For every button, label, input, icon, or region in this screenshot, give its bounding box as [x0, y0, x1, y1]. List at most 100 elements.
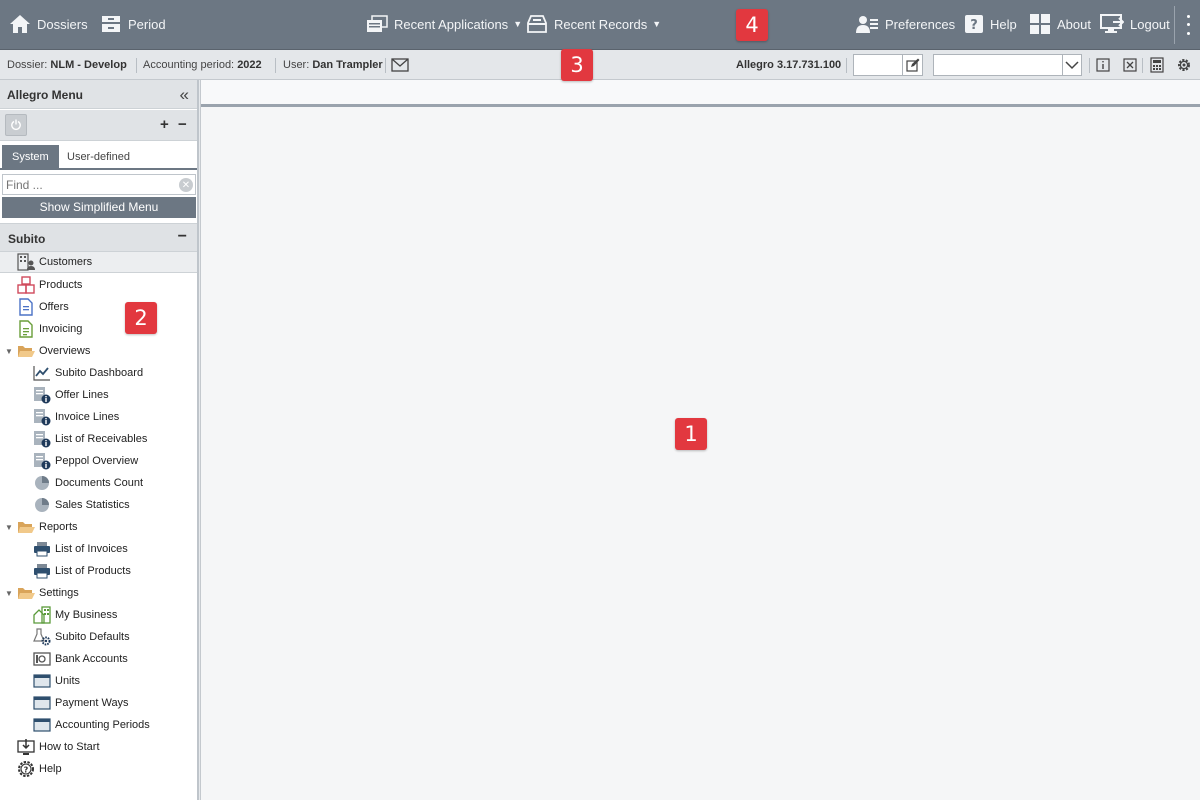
- sidebar-item-offer-lines[interactable]: Offer Lines: [33, 384, 109, 406]
- info-divider: [385, 58, 386, 73]
- printer-icon: [33, 540, 51, 558]
- sidebar-item-help[interactable]: ? Help: [17, 758, 62, 780]
- chevron-down-icon[interactable]: [1062, 54, 1082, 76]
- annotation-badge-1: 1: [675, 418, 707, 450]
- sidebar-item-sales-statistics[interactable]: Sales Statistics: [33, 494, 130, 516]
- svg-text:?: ?: [970, 18, 978, 33]
- tab-system[interactable]: System: [2, 145, 59, 170]
- more-menu-icon[interactable]: [1182, 12, 1194, 38]
- about-button[interactable]: About: [1029, 0, 1091, 48]
- recent-records-icon: [527, 15, 547, 33]
- period-info-label: Accounting period:: [143, 59, 235, 71]
- business-building-icon: [33, 606, 51, 624]
- customers-building-icon: [17, 253, 35, 271]
- sidebar-tools: + −: [0, 110, 197, 141]
- user-label: User:: [283, 59, 310, 71]
- sidebar-item-accounting-periods[interactable]: Accounting Periods: [33, 714, 150, 736]
- power-button[interactable]: [5, 114, 27, 136]
- sidebar-item-bank-accounts[interactable]: Bank Accounts: [33, 648, 128, 670]
- content-tab-strip: [201, 80, 1200, 107]
- annotation-badge-2: 2: [125, 302, 157, 334]
- tree-expanded-triangle-icon[interactable]: ▼: [5, 589, 13, 598]
- about-grid-icon: [1030, 14, 1050, 34]
- recent-records-button[interactable]: Recent Records ▼: [526, 0, 661, 48]
- dashboard-chart-icon: [33, 364, 51, 382]
- list-info-icon: [33, 452, 51, 470]
- info-divider: [1089, 58, 1090, 73]
- sidebar-item-list-of-products[interactable]: List of Products: [33, 560, 131, 582]
- clear-icon[interactable]: ✕: [179, 178, 193, 192]
- list-info-icon: [33, 386, 51, 404]
- tab-user-defined[interactable]: User-defined: [57, 145, 140, 170]
- menu-tabs: System User-defined: [0, 142, 197, 170]
- edit-icon[interactable]: [903, 54, 923, 76]
- settings-gear-icon[interactable]: [1174, 55, 1194, 75]
- toolbar-divider: [1174, 6, 1175, 44]
- logout-monitor-icon: [1100, 14, 1124, 33]
- home-icon: [10, 15, 30, 33]
- expand-all-plus-icon[interactable]: +: [160, 116, 169, 133]
- collapse-minus-icon[interactable]: −: [178, 228, 187, 246]
- sidebar-item-subito-dashboard[interactable]: Subito Dashboard: [33, 362, 143, 384]
- sidebar-item-documents-count[interactable]: Documents Count: [33, 472, 143, 494]
- close-record-icon[interactable]: [1120, 55, 1140, 75]
- products-boxes-icon: [17, 276, 35, 294]
- sidebar-item-invoice-lines[interactable]: Invoice Lines: [33, 406, 119, 428]
- sidebar-item-list-of-receivables[interactable]: List of Receivables: [33, 428, 147, 450]
- window-table-icon: [33, 716, 51, 734]
- annotation-badge-4: 4: [736, 9, 768, 41]
- sidebar-item-subito-defaults[interactable]: Subito Defaults: [33, 626, 130, 648]
- record-info-icon[interactable]: [1093, 55, 1113, 75]
- record-select[interactable]: [933, 54, 1063, 76]
- logout-button[interactable]: Logout: [1100, 0, 1170, 48]
- sidebar-item-customers[interactable]: Customers: [0, 251, 197, 273]
- pie-chart-icon: [33, 474, 51, 492]
- info-divider: [275, 58, 276, 73]
- invoicing-document-icon: [17, 320, 35, 338]
- period-info-value: 2022: [237, 59, 262, 71]
- sidebar-item-invoicing[interactable]: Invoicing: [17, 318, 82, 340]
- dossiers-button[interactable]: Dossiers: [9, 0, 88, 48]
- sidebar-item-units[interactable]: Units: [33, 670, 80, 692]
- chevron-down-icon: ▼: [652, 19, 662, 29]
- tree-expanded-triangle-icon[interactable]: ▼: [5, 523, 13, 532]
- printer-icon: [33, 562, 51, 580]
- sidebar-item-my-business[interactable]: My Business: [33, 604, 117, 626]
- offers-document-icon: [17, 298, 35, 316]
- calculator-icon[interactable]: [1147, 55, 1167, 75]
- record-number-input[interactable]: [853, 54, 903, 76]
- logout-label: Logout: [1130, 16, 1170, 32]
- sidebar-header: Allegro Menu «: [0, 80, 197, 109]
- collapse-all-minus-icon[interactable]: −: [178, 116, 187, 133]
- find-input[interactable]: [3, 175, 173, 194]
- recent-applications-label: Recent Applications: [394, 16, 509, 32]
- recent-records-label: Recent Records: [554, 16, 648, 32]
- sidebar-item-overviews[interactable]: Overviews: [17, 340, 90, 362]
- sidebar-item-settings[interactable]: Settings: [17, 582, 79, 604]
- period-button[interactable]: Period: [100, 0, 166, 48]
- sidebar-item-reports[interactable]: Reports: [17, 516, 78, 538]
- mail-icon[interactable]: [390, 55, 410, 75]
- preferences-button[interactable]: Preferences: [855, 0, 955, 48]
- tree-expanded-triangle-icon[interactable]: ▼: [5, 347, 13, 356]
- users-preferences-icon: [856, 16, 878, 33]
- sidebar-item-peppol-overview[interactable]: Peppol Overview: [33, 450, 138, 472]
- help-button[interactable]: ? Help: [964, 0, 1017, 48]
- sidebar-item-how-to-start[interactable]: How to Start: [17, 736, 100, 758]
- status-info-bar: Dossier: NLM - Develop Accounting period…: [0, 50, 1200, 80]
- collapse-double-chevron-icon[interactable]: «: [180, 85, 189, 105]
- recent-applications-button[interactable]: Recent Applications ▼: [366, 0, 522, 48]
- dossier-value: NLM - Develop: [50, 59, 127, 71]
- info-divider: [846, 58, 847, 73]
- info-divider: [1142, 58, 1143, 73]
- group-header-subito[interactable]: Subito −: [0, 223, 197, 252]
- allegro-menu-sidebar: Allegro Menu « + − System User-defined ✕…: [0, 80, 199, 800]
- sidebar-item-offers[interactable]: Offers: [17, 296, 69, 318]
- sidebar-item-payment-ways[interactable]: Payment Ways: [33, 692, 129, 714]
- version-label: Allegro 3.17.731.100: [736, 59, 842, 71]
- sidebar-item-list-of-invoices[interactable]: List of Invoices: [33, 538, 128, 560]
- list-info-icon: [33, 408, 51, 426]
- flask-gear-icon: [33, 628, 51, 646]
- sidebar-item-products[interactable]: Products: [17, 274, 82, 296]
- show-simplified-menu-button[interactable]: Show Simplified Menu: [2, 197, 196, 218]
